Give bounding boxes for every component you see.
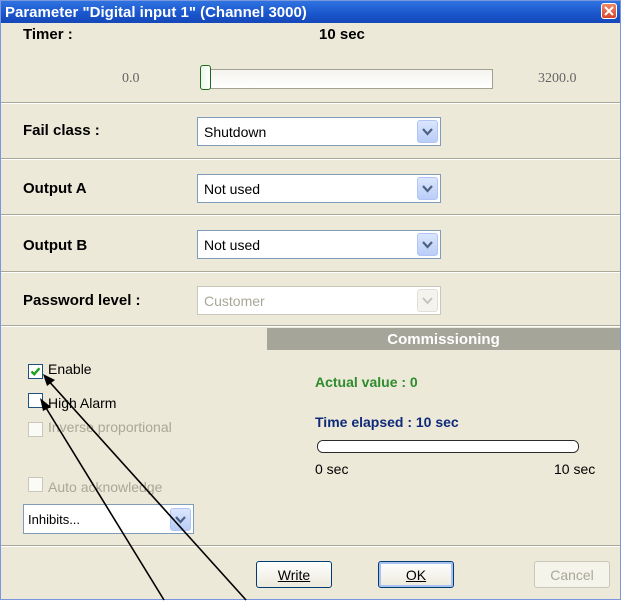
arrowhead-icon: [43, 374, 55, 386]
annotation-arrow: [42, 402, 165, 601]
annotation-arrow: [45, 377, 247, 601]
arrowhead-icon: [40, 398, 51, 411]
annotation-arrows: [40, 374, 247, 601]
